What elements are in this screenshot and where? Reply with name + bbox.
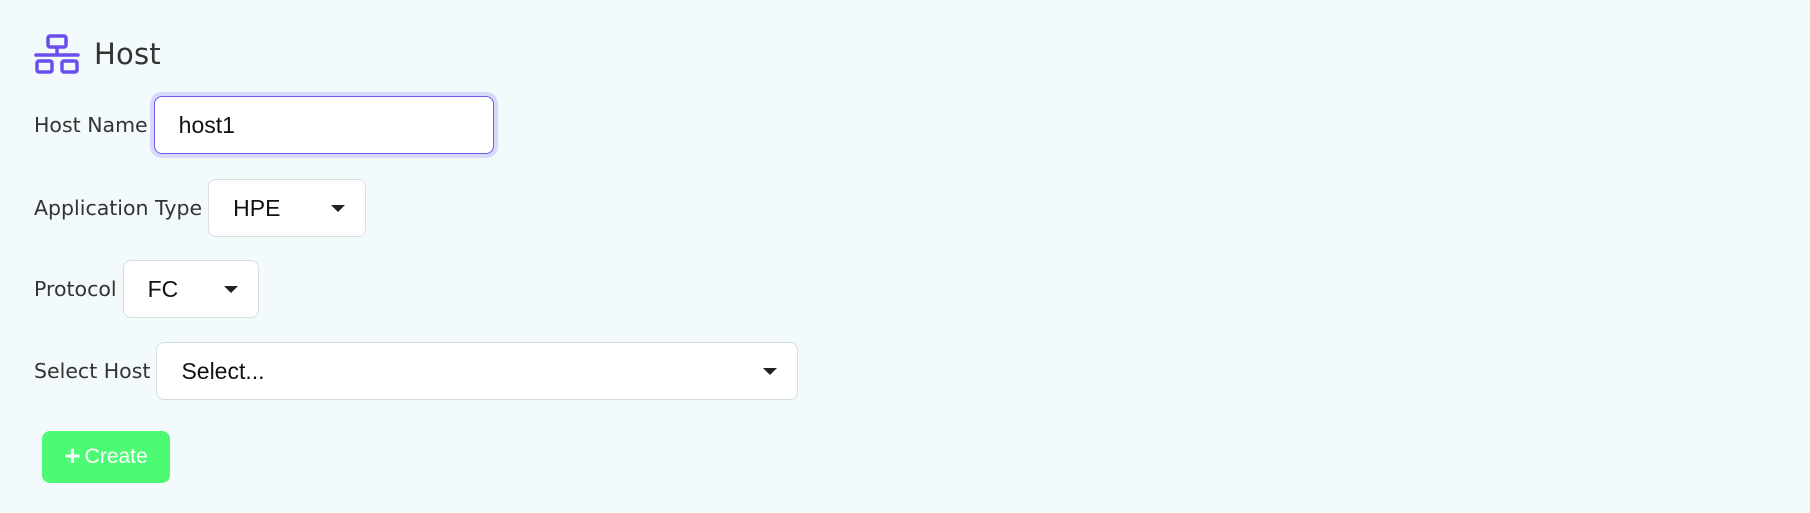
- create-button[interactable]: + Create: [42, 431, 170, 483]
- caret-down-icon: [223, 285, 238, 293]
- select-host-placeholder: Select...: [181, 357, 265, 384]
- select-host-dropdown[interactable]: Select...: [156, 342, 799, 400]
- select-host-row: Select Host Select...: [34, 342, 799, 400]
- host-name-label: Host Name: [34, 113, 148, 137]
- caret-down-icon: [331, 204, 346, 212]
- application-type-row: Application Type HPE: [34, 179, 367, 237]
- host-name-row: Host Name: [34, 96, 494, 154]
- application-type-value: HPE: [233, 194, 281, 221]
- host-form-page: Host Host Name Application Type HPE Prot…: [0, 0, 1810, 513]
- network-icon: [34, 34, 80, 74]
- plus-icon: +: [64, 440, 81, 471]
- protocol-value: FC: [147, 275, 179, 302]
- select-host-label: Select Host: [34, 359, 151, 383]
- host-name-input[interactable]: [153, 96, 494, 154]
- create-button-label: Create: [84, 445, 148, 468]
- protocol-label: Protocol: [34, 277, 117, 301]
- caret-down-icon: [763, 367, 778, 375]
- protocol-select[interactable]: FC: [122, 260, 259, 318]
- application-type-label: Application Type: [34, 196, 203, 220]
- page-title: Host: [94, 37, 161, 71]
- page-header: Host: [34, 34, 161, 74]
- application-type-select[interactable]: HPE: [208, 179, 367, 237]
- protocol-row: Protocol FC: [34, 260, 259, 318]
